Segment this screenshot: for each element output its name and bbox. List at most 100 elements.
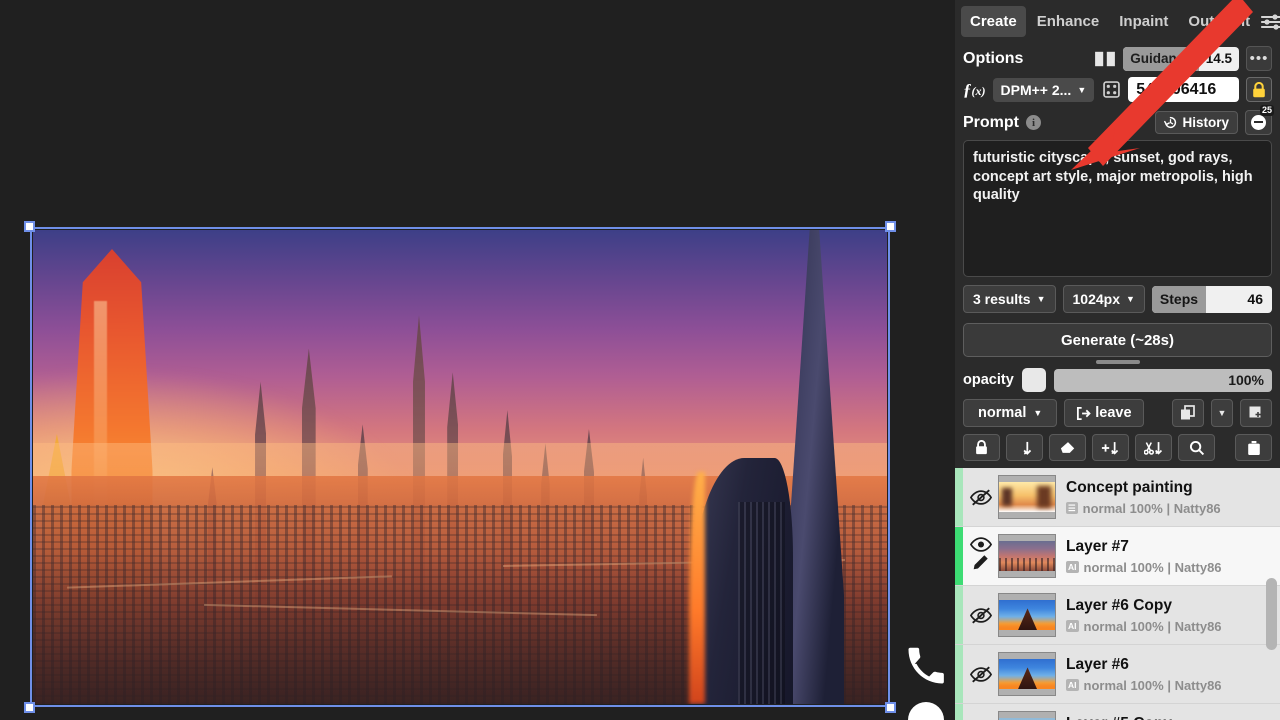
lock-layer-button[interactable] [963,434,1000,461]
guidance-value: 14.5 [1199,51,1239,66]
options-row: Options Guidance 14.5 ••• [955,43,1280,74]
eraser-icon [1060,440,1076,455]
history-label: History [1182,115,1229,130]
tab-create[interactable]: Create [961,6,1026,37]
tab-inpaint[interactable]: Inpaint [1110,6,1177,37]
color-swatch[interactable] [1022,368,1046,392]
guidance-control[interactable]: Guidance 14.5 [1123,47,1239,71]
exit-icon [1076,406,1091,421]
lock-seed-button[interactable] [1246,77,1272,102]
blend-mode-dropdown[interactable]: normal ▼ [963,399,1057,427]
results-count-dropdown[interactable]: 3 results ▼ [963,285,1056,313]
image-size-value: 1024px [1073,291,1120,307]
add-and-move-down-button[interactable] [1092,434,1129,461]
layer-tools-row [955,427,1280,468]
eye-hidden-icon[interactable] [963,666,998,683]
panel-resize-grip[interactable] [955,357,1280,366]
sampler-row: ƒ(x) DPM++ 2... ▼ 549306416 [955,74,1280,105]
resize-handle-top-right[interactable] [885,221,896,232]
duplicate-layer-button[interactable] [1172,399,1204,427]
resize-handle-bottom-left[interactable] [24,702,35,713]
leave-button[interactable]: leave [1064,399,1143,427]
layer-meta: Layer #6 AInormal 100% | Natty86 [1056,656,1280,693]
erase-layer-button[interactable] [1049,434,1086,461]
generation-options-row: 3 results ▼ 1024px ▼ Steps 46 [955,277,1280,313]
layer-active-strip [955,645,963,703]
steps-value: 46 [1206,291,1272,307]
seed-input[interactable]: 549306416 [1128,77,1239,102]
layer-name: Layer #7 [1066,538,1280,556]
resize-handle-top-left[interactable] [24,221,35,232]
layer-meta: Concept painting ☰ normal 100% | Natty86 [1056,479,1280,516]
layer-subinfo: AInormal 100% | Natty86 [1066,619,1280,634]
eye-visible-icon[interactable] [963,537,998,576]
layer-meta: Layer #6 CopyAInormal 100% | Natty86 [1056,597,1280,634]
chevron-down-icon: ▼ [1218,408,1227,418]
search-layers-button[interactable] [1178,434,1215,461]
generate-button[interactable]: Generate (~28s) [963,323,1272,357]
layer-thumbnail [998,711,1056,720]
raster-badge-icon: ☰ [1066,502,1078,514]
opacity-row: opacity 100% [955,366,1280,392]
tab-outpaint[interactable]: Outpaint [1179,6,1259,37]
layers-list[interactable]: Concept painting ☰ normal 100% | Natty86 La… [955,468,1280,720]
layer-thumbnail-art [999,541,1055,571]
settings-sliders-icon[interactable] [1261,9,1280,35]
layer-thumbnail [998,534,1056,578]
more-options-button[interactable]: ••• [1246,46,1272,71]
chevron-down-icon: ▼ [1033,408,1042,418]
layer-thumbnail-art [999,659,1055,689]
resize-handle-bottom-right[interactable] [885,702,896,713]
layer-meta: Layer #5 CopyAInormal 100% | Natty86 [1056,715,1280,720]
layers-scrollbar-thumb[interactable] [1266,578,1277,650]
guidance-label: Guidance [1123,47,1199,71]
layer-row[interactable]: Concept painting ☰ normal 100% | Natty86 [955,468,1280,527]
sampler-value: DPM++ 2... [1001,82,1072,98]
layer-row[interactable]: Layer #5 CopyAInormal 100% | Natty86 [955,704,1280,720]
artboard-selection[interactable] [30,227,890,707]
app-root: Create Enhance Inpaint Outpaint Options [0,0,1280,720]
opacity-label: opacity [963,372,1014,388]
tab-enhance[interactable]: Enhance [1028,6,1109,37]
layer-row[interactable]: Layer #6 CopyAInormal 100% | Natty86 [955,586,1280,645]
info-icon[interactable]: i [1026,115,1041,130]
merge-down-button[interactable] [1006,434,1043,461]
layer-name: Concept painting [1066,479,1280,497]
lock-icon [975,440,988,455]
dice-icon[interactable] [1101,80,1121,100]
opacity-slider[interactable]: 100% [1054,369,1272,392]
layer-name: Layer #5 Copy [1066,715,1280,720]
eye-hidden-icon[interactable] [963,489,998,506]
book-icon[interactable] [1094,50,1116,68]
edit-pencil-icon[interactable] [972,554,989,576]
circle-button[interactable] [908,702,944,720]
artboard-image[interactable] [33,230,887,704]
layer-row[interactable]: Layer #7AInormal 100% | Natty86 [955,527,1280,586]
layer-status-text: normal 100% | Natty86 [1083,501,1221,516]
chevron-down-icon: ▼ [1077,85,1086,95]
image-size-dropdown[interactable]: 1024px ▼ [1063,285,1145,313]
sampler-dropdown[interactable]: DPM++ 2... ▼ [993,78,1095,102]
delete-layer-button[interactable] [1235,434,1272,461]
eye-hidden-icon[interactable] [963,607,998,624]
history-button[interactable]: History [1155,111,1238,134]
steps-control[interactable]: Steps 46 [1152,286,1272,313]
canvas-area[interactable] [0,0,955,720]
add-layer-button[interactable] [1240,399,1272,427]
steps-label: Steps [1152,286,1206,313]
layer-thumbnail-art [999,600,1055,630]
ai-badge-icon: AI [1066,561,1079,573]
layer-meta: Layer #7AInormal 100% | Natty86 [1056,538,1280,575]
layer-active-strip [955,586,963,644]
phone-icon[interactable] [905,645,947,687]
layer-subinfo: AInormal 100% | Natty86 [1066,678,1280,693]
search-icon [1189,440,1205,456]
cut-and-move-down-button[interactable] [1135,434,1172,461]
options-title: Options [963,50,1023,68]
layer-name: Layer #6 [1066,656,1280,674]
duplicate-options-dropdown[interactable]: ▼ [1211,399,1233,427]
credits-button[interactable]: 25 [1245,110,1272,135]
layer-row[interactable]: Layer #6 AInormal 100% | Natty86 [955,645,1280,704]
plus-arrow-down-icon [1101,440,1121,456]
prompt-textarea[interactable]: futuristic cityscape, sunset, god rays, … [963,140,1272,277]
